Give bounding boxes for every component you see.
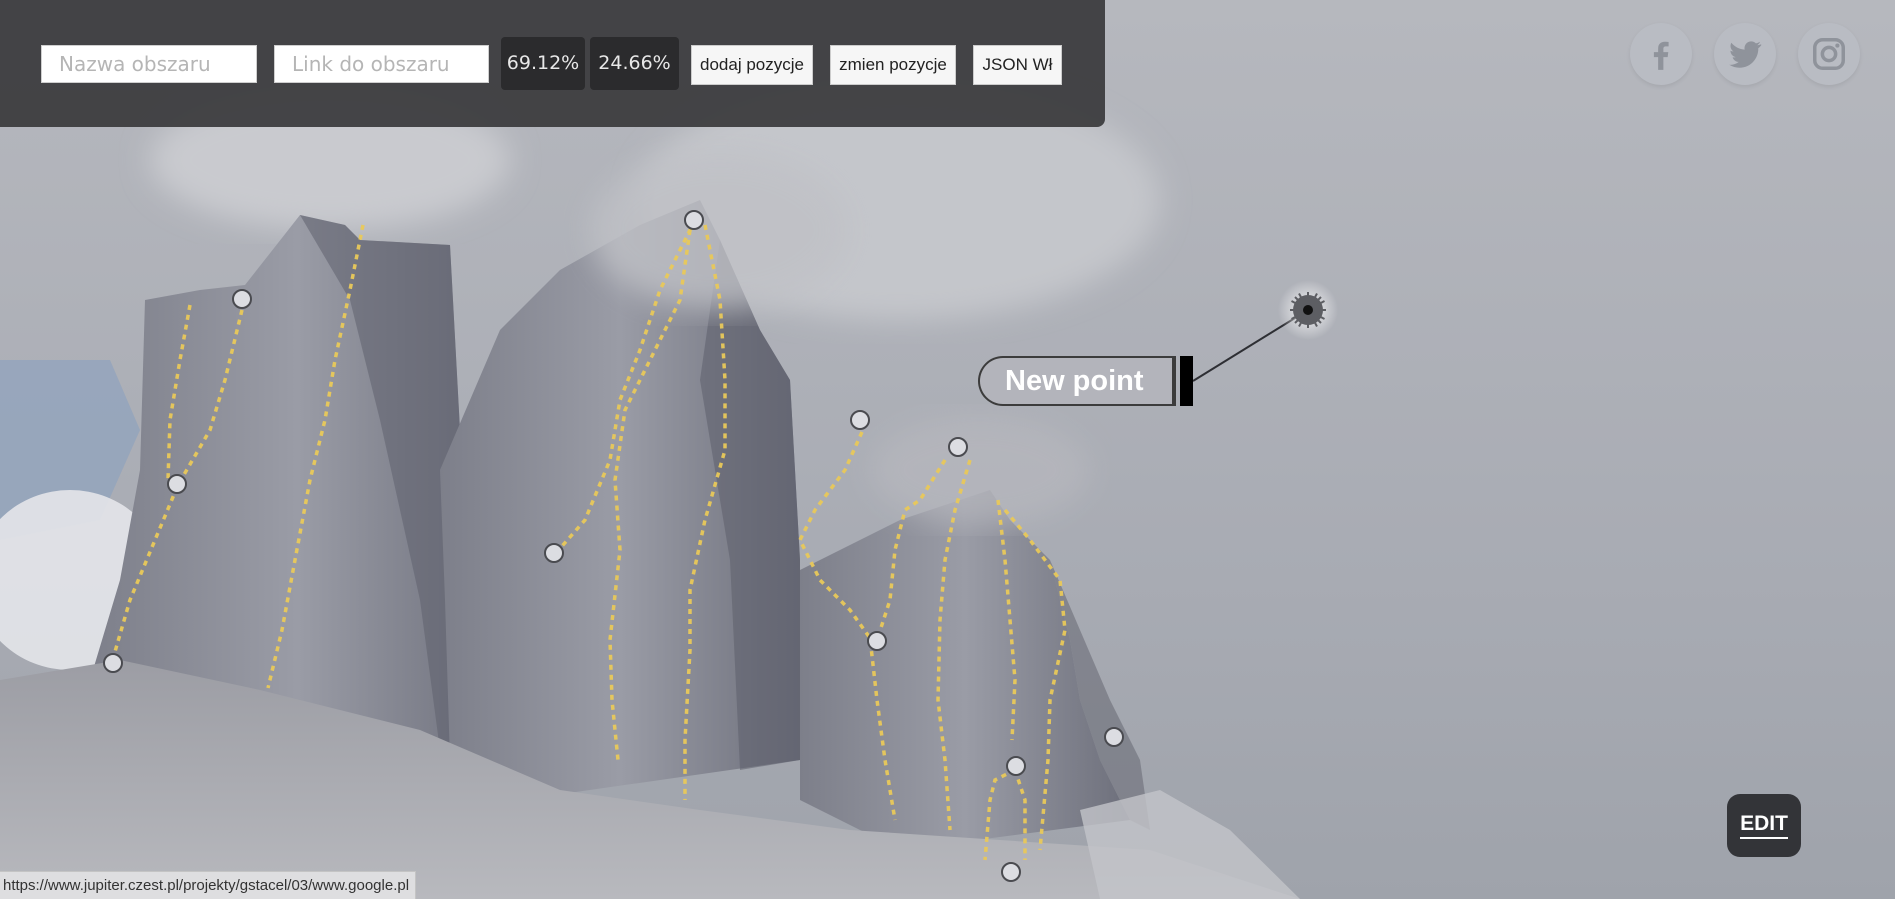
change-position-button[interactable]: zmien pozycje (830, 45, 956, 85)
new-point-label[interactable]: New point (978, 356, 1176, 406)
route-marker[interactable] (1001, 862, 1021, 882)
status-bar-url: https://www.jupiter.czest.pl/projekty/gs… (0, 871, 417, 899)
route-marker[interactable] (1006, 756, 1026, 776)
y-percent-readout: 24.66% (590, 37, 679, 90)
json-export-button[interactable]: JSON Wł (973, 45, 1062, 85)
route-marker[interactable] (103, 653, 123, 673)
route-marker[interactable] (850, 410, 870, 430)
area-link-input[interactable] (274, 45, 489, 83)
route-marker[interactable] (684, 210, 704, 230)
instagram-link[interactable] (1798, 23, 1860, 85)
route-marker[interactable] (948, 437, 968, 457)
instagram-icon (1813, 38, 1845, 70)
route-marker[interactable] (867, 631, 887, 651)
edit-button-label: EDIT (1740, 812, 1788, 839)
area-editor-toolbar: 69.12% 24.66% dodaj pozycje zmien pozycj… (0, 0, 1105, 127)
edit-button[interactable]: EDIT (1727, 794, 1801, 857)
facebook-icon (1653, 41, 1669, 70)
route-marker[interactable] (1104, 727, 1124, 747)
facebook-link[interactable] (1630, 23, 1692, 85)
twitter-icon (1729, 41, 1762, 68)
new-point-resize-handle[interactable] (1180, 356, 1193, 406)
area-name-input[interactable] (41, 45, 257, 83)
twitter-link[interactable] (1714, 23, 1776, 85)
route-marker[interactable] (232, 289, 252, 309)
route-marker[interactable] (544, 543, 564, 563)
new-point-target-icon[interactable] (1288, 290, 1328, 330)
add-position-button[interactable]: dodaj pozycje (691, 45, 813, 85)
x-percent-readout: 69.12% (501, 37, 585, 90)
route-marker[interactable] (167, 474, 187, 494)
